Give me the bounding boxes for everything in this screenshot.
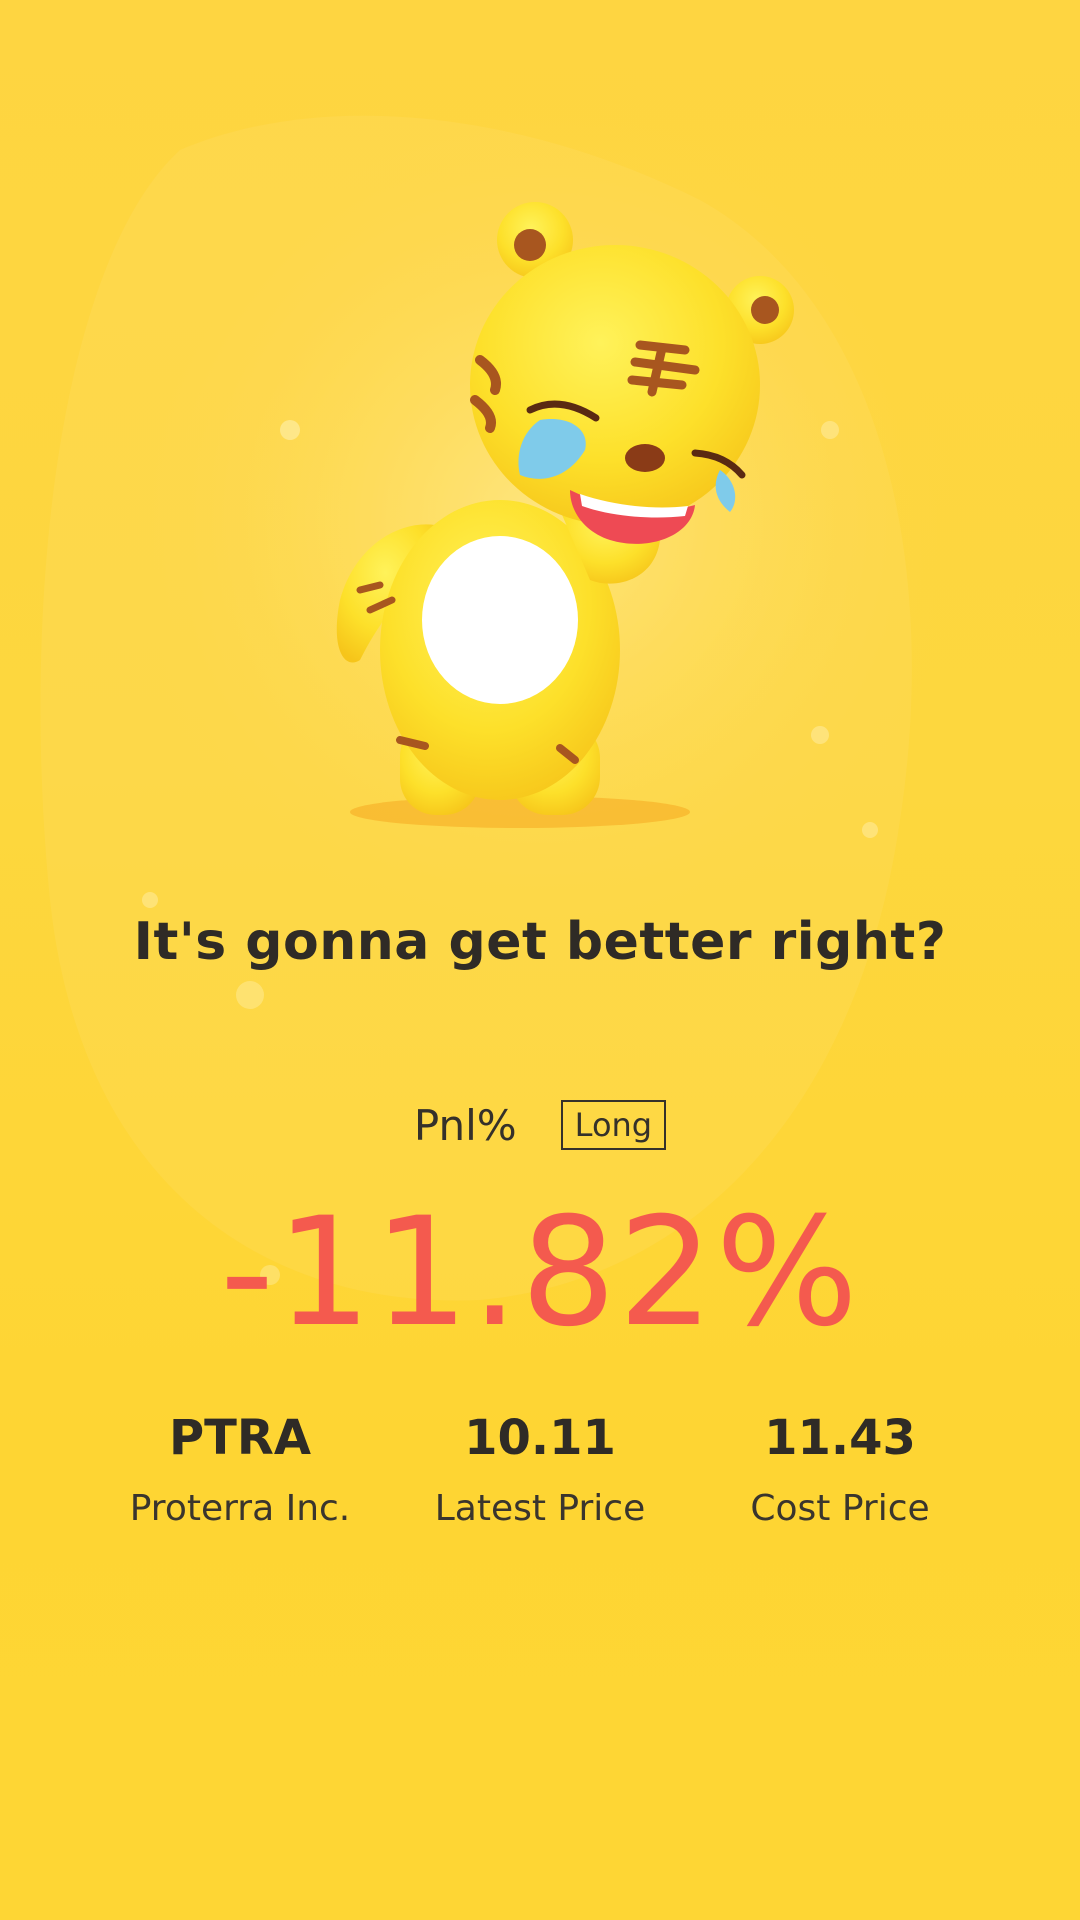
company-name: Proterra Inc.	[129, 1488, 351, 1529]
latest-price-label: Latest Price	[434, 1488, 646, 1529]
stat-symbol: PTRA Proterra Inc.	[90, 1410, 390, 1529]
stock-symbol: PTRA	[168, 1410, 312, 1466]
position-badge: Long	[560, 1100, 667, 1150]
stat-cost-price: 11.43 Cost Price	[690, 1410, 990, 1529]
crying-tiger-mascot	[300, 200, 820, 850]
pnl-percentage: -11.82%	[219, 1186, 861, 1360]
pnl-label: Pnl%	[413, 1100, 517, 1150]
stock-stats: PTRA Proterra Inc. 10.11 Latest Price 11…	[90, 1410, 990, 1529]
latest-price-value: 10.11	[464, 1410, 616, 1466]
encouragement-message: It's gonna get better right?	[133, 912, 947, 972]
cost-price-value: 11.43	[764, 1410, 916, 1466]
pnl-header: Pnl% Long	[0, 1100, 1080, 1150]
stat-latest-price: 10.11 Latest Price	[390, 1410, 690, 1529]
cost-price-label: Cost Price	[750, 1488, 930, 1529]
